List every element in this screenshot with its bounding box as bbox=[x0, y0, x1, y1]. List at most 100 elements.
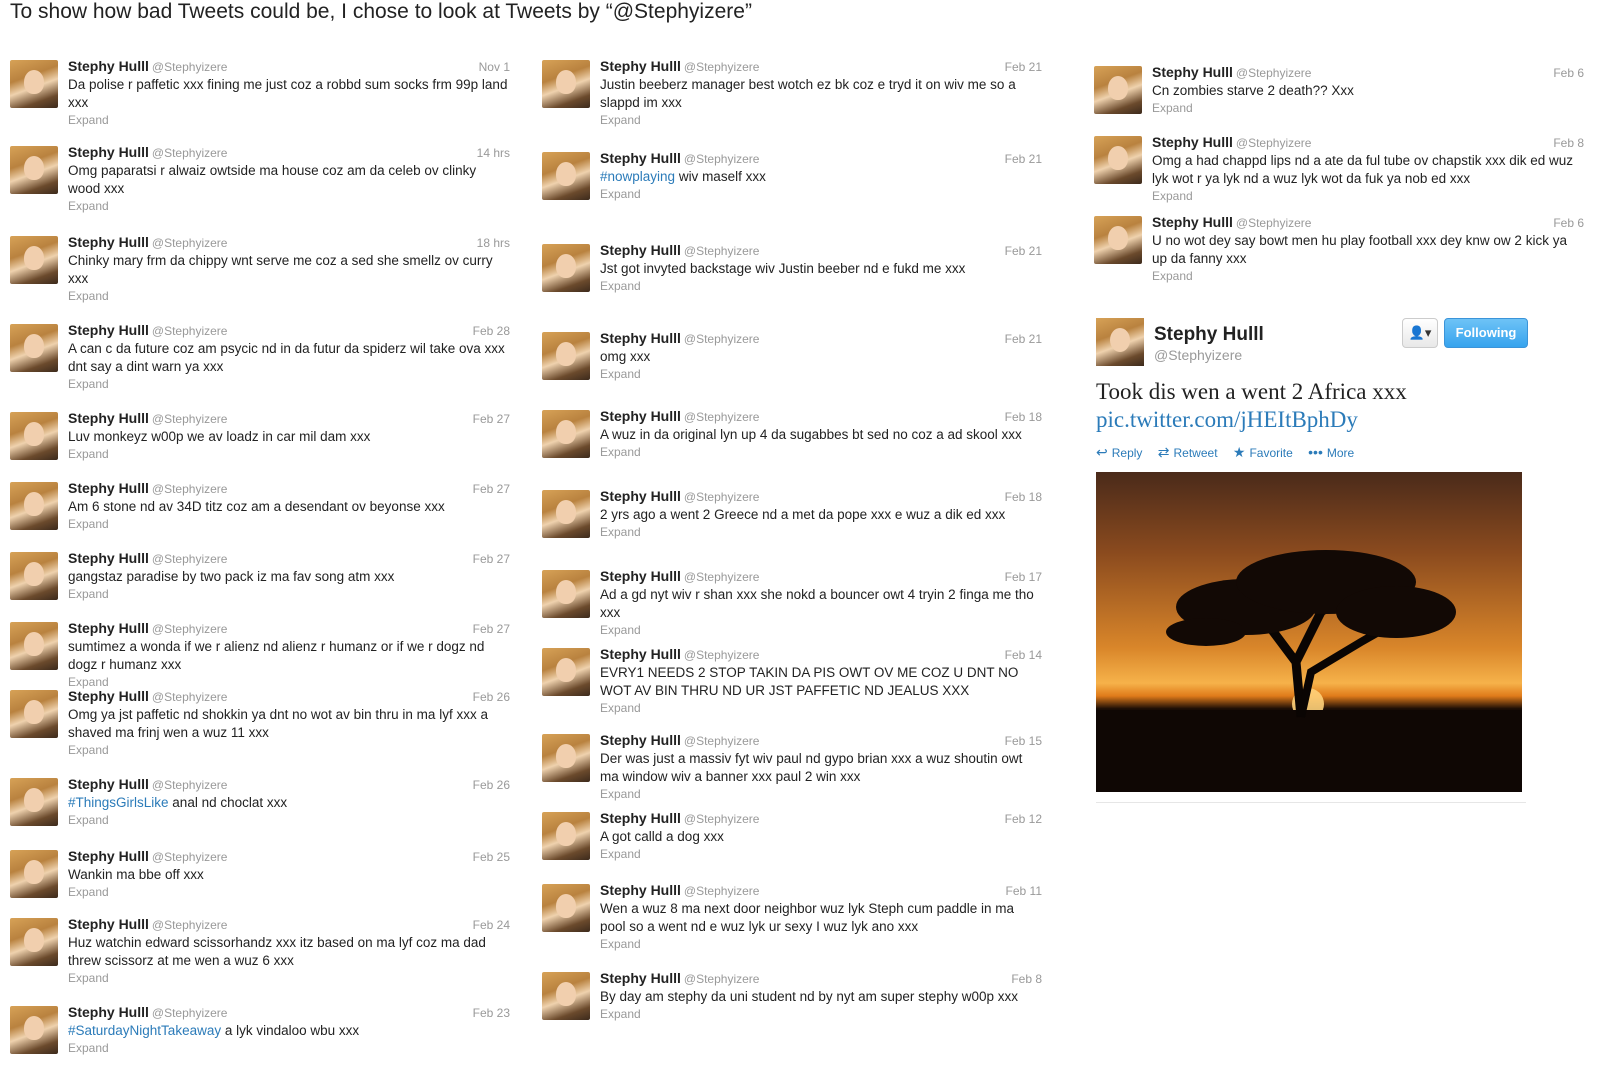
avatar[interactable] bbox=[1094, 66, 1142, 114]
tweet-item[interactable]: Stephy Hulll @Stephyizere Feb 8 Omg a had c… bbox=[1092, 130, 1592, 203]
author-handle[interactable]: @Stephyizere bbox=[684, 648, 760, 662]
author-handle[interactable]: @Stephyizere bbox=[684, 332, 760, 346]
author-handle[interactable]: @Stephyizere bbox=[1236, 136, 1312, 150]
tweet-item[interactable]: Stephy Hulll @Stephyizere Feb 21 Justin bee… bbox=[540, 54, 1050, 127]
expand-link[interactable]: Expand bbox=[68, 112, 510, 128]
tweet-item[interactable]: Stephy Hulll @Stephyizere 14 hrs Omg papara… bbox=[8, 140, 518, 213]
avatar[interactable] bbox=[10, 324, 58, 372]
tweet-timestamp[interactable]: Feb 14 bbox=[1005, 648, 1042, 662]
tweet-timestamp[interactable]: Feb 21 bbox=[1005, 332, 1042, 346]
profile-name[interactable]: Stephy Hulll bbox=[1154, 324, 1264, 346]
expand-link[interactable]: Expand bbox=[600, 936, 1042, 952]
tweet-timestamp[interactable]: Feb 12 bbox=[1005, 812, 1042, 826]
author-name[interactable]: Stephy Hulll bbox=[68, 848, 149, 864]
author-name[interactable]: Stephy Hulll bbox=[68, 410, 149, 426]
author-handle[interactable]: @Stephyizere bbox=[152, 622, 228, 636]
author-name[interactable]: Stephy Hulll bbox=[68, 58, 149, 74]
author-name[interactable]: Stephy Hulll bbox=[600, 882, 681, 898]
avatar[interactable] bbox=[10, 552, 58, 600]
tweet-timestamp[interactable]: Feb 26 bbox=[473, 690, 510, 704]
tweet-timestamp[interactable]: 18 hrs bbox=[477, 236, 510, 250]
expand-link[interactable]: Expand bbox=[68, 446, 510, 462]
avatar[interactable] bbox=[542, 734, 590, 782]
author-name[interactable]: Stephy Hulll bbox=[600, 646, 681, 662]
author-handle[interactable]: @Stephyizere bbox=[684, 490, 760, 504]
tweet-timestamp[interactable]: Feb 11 bbox=[1006, 884, 1042, 898]
author-name[interactable]: Stephy Hulll bbox=[1152, 134, 1233, 150]
avatar[interactable] bbox=[542, 490, 590, 538]
author-name[interactable]: Stephy Hulll bbox=[600, 970, 681, 986]
author-handle[interactable]: @Stephyizere bbox=[684, 570, 760, 584]
expand-link[interactable]: Expand bbox=[1152, 100, 1584, 116]
tweet-item[interactable]: Stephy Hulll @Stephyizere Feb 8 By day am s… bbox=[540, 966, 1050, 1036]
tweet-timestamp[interactable]: Feb 27 bbox=[473, 412, 510, 426]
tweet-item[interactable]: Stephy Hulll @Stephyizere Feb 26 #ThingsGir… bbox=[8, 772, 518, 842]
tweet-item[interactable]: Stephy Hulll @Stephyizere Feb 25 Wankin ma … bbox=[8, 844, 518, 914]
author-name[interactable]: Stephy Hulll bbox=[600, 488, 681, 504]
avatar[interactable] bbox=[10, 412, 58, 460]
author-handle[interactable]: @Stephyizere bbox=[152, 778, 228, 792]
avatar[interactable] bbox=[542, 648, 590, 696]
expand-link[interactable]: Expand bbox=[68, 884, 510, 900]
author-name[interactable]: Stephy Hulll bbox=[600, 58, 681, 74]
tweet-item[interactable]: Stephy Hulll @Stephyizere Feb 17 Ad a gd ny… bbox=[540, 564, 1050, 637]
hashtag-link[interactable]: #nowplaying bbox=[600, 169, 675, 184]
tweet-item[interactable]: Stephy Hulll @Stephyizere Feb 21 Jst got in… bbox=[540, 238, 1050, 308]
avatar[interactable] bbox=[542, 410, 590, 458]
tweet-item[interactable]: Stephy Hulll @Stephyizere Feb 21 #nowplayin… bbox=[540, 146, 1050, 216]
author-handle[interactable]: @Stephyizere bbox=[152, 412, 228, 426]
tweet-item[interactable]: Stephy Hulll @Stephyizere Feb 23 #SaturdayN… bbox=[8, 1000, 518, 1070]
expand-link[interactable]: Expand bbox=[600, 524, 1042, 540]
expand-link[interactable]: Expand bbox=[68, 1040, 510, 1056]
avatar[interactable] bbox=[542, 244, 590, 292]
expand-link[interactable]: Expand bbox=[68, 812, 510, 828]
author-name[interactable]: Stephy Hulll bbox=[68, 1004, 149, 1020]
expand-link[interactable]: Expand bbox=[600, 186, 1042, 202]
author-handle[interactable]: @Stephyizere bbox=[684, 884, 760, 898]
author-name[interactable]: Stephy Hulll bbox=[68, 550, 149, 566]
tweet-item[interactable]: Stephy Hulll @Stephyizere Feb 14 EVRY1 NEED… bbox=[540, 642, 1050, 715]
tweet-item[interactable]: Stephy Hulll @Stephyizere Feb 27 gangstaz p… bbox=[8, 546, 518, 616]
tweet-timestamp[interactable]: Feb 24 bbox=[473, 918, 510, 932]
tweet-item[interactable]: Stephy Hulll @Stephyizere Feb 27 sumtimez a… bbox=[8, 616, 518, 689]
tweet-timestamp[interactable]: Feb 25 bbox=[473, 850, 510, 864]
expand-link[interactable]: Expand bbox=[600, 622, 1042, 638]
author-name[interactable]: Stephy Hulll bbox=[1152, 214, 1233, 230]
avatar[interactable] bbox=[10, 850, 58, 898]
author-handle[interactable]: @Stephyizere bbox=[1236, 216, 1312, 230]
author-name[interactable]: Stephy Hulll bbox=[600, 242, 681, 258]
author-handle[interactable]: @Stephyizere bbox=[152, 146, 228, 160]
author-name[interactable]: Stephy Hulll bbox=[68, 776, 149, 792]
tweet-timestamp[interactable]: Feb 15 bbox=[1005, 734, 1042, 748]
avatar[interactable] bbox=[10, 1006, 58, 1054]
author-handle[interactable]: @Stephyizere bbox=[684, 972, 760, 986]
tweet-item[interactable]: Stephy Hulll @Stephyizere Feb 12 A got call… bbox=[540, 806, 1050, 876]
tweet-timestamp[interactable]: Feb 27 bbox=[473, 622, 510, 636]
tweet-timestamp[interactable]: Feb 27 bbox=[473, 482, 510, 496]
tweet-timestamp[interactable]: Feb 18 bbox=[1005, 410, 1042, 424]
author-handle[interactable]: @Stephyizere bbox=[152, 1006, 228, 1020]
avatar[interactable] bbox=[10, 918, 58, 966]
author-handle[interactable]: @Stephyizere bbox=[684, 734, 760, 748]
author-handle[interactable]: @Stephyizere bbox=[152, 60, 228, 74]
author-handle[interactable]: @Stephyizere bbox=[152, 850, 228, 864]
favorite-button[interactable]: ★ Favorite bbox=[1233, 444, 1293, 460]
author-handle[interactable]: @Stephyizere bbox=[684, 244, 760, 258]
avatar[interactable] bbox=[542, 972, 590, 1020]
retweet-button[interactable]: ⇄ Retweet bbox=[1158, 444, 1218, 460]
author-handle[interactable]: @Stephyizere bbox=[684, 812, 760, 826]
tweet-item[interactable]: Stephy Hulll @Stephyizere Feb 27 Am 6 stone… bbox=[8, 476, 518, 546]
tweet-item[interactable]: Stephy Hulll @Stephyizere Feb 18 2 yrs ago … bbox=[540, 484, 1050, 554]
avatar[interactable] bbox=[10, 482, 58, 530]
tweet-item[interactable]: Stephy Hulll @Stephyizere Feb 18 A wuz in d… bbox=[540, 404, 1050, 474]
expand-link[interactable]: Expand bbox=[68, 970, 510, 986]
author-name[interactable]: Stephy Hulll bbox=[68, 144, 149, 160]
tweet-item[interactable]: Stephy Hulll @Stephyizere Nov 1 Da polise r… bbox=[8, 54, 518, 127]
avatar[interactable] bbox=[542, 884, 590, 932]
tweet-item[interactable]: Stephy Hulll @Stephyizere 18 hrs Chinky mar… bbox=[8, 230, 518, 303]
author-name[interactable]: Stephy Hulll bbox=[600, 408, 681, 424]
author-name[interactable]: Stephy Hulll bbox=[68, 620, 149, 636]
tweet-item[interactable]: Stephy Hulll @Stephyizere Feb 27 Luv monkey… bbox=[8, 406, 518, 476]
expand-link[interactable]: Expand bbox=[600, 278, 1042, 294]
avatar[interactable] bbox=[542, 812, 590, 860]
